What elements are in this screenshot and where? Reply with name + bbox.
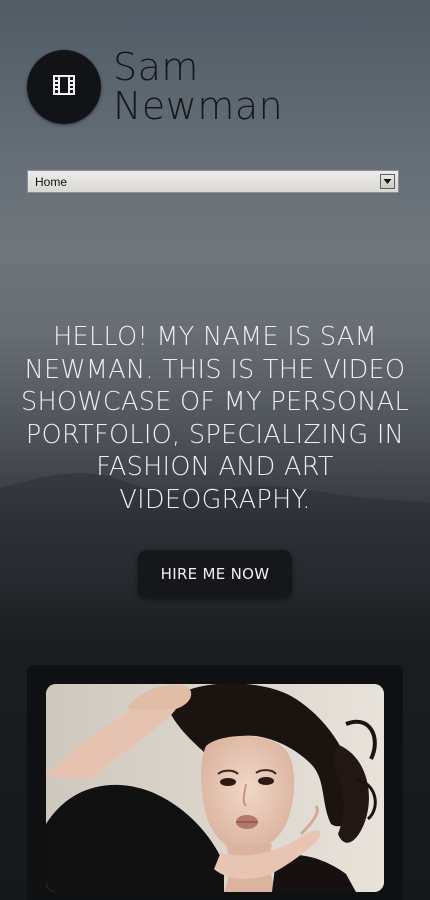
hero-text: HELLO! MY NAME IS SAM NEWMAN. THIS IS TH… xyxy=(21,322,409,515)
site-title-first: Sam xyxy=(113,45,199,89)
portrait-photo xyxy=(46,684,384,892)
film-icon xyxy=(53,74,75,100)
video-thumbnail[interactable] xyxy=(46,684,384,892)
site-title-last: Newman xyxy=(113,84,284,128)
site-title[interactable]: Sam Newman xyxy=(113,48,283,126)
video-card xyxy=(27,665,403,900)
nav-select[interactable]: Home xyxy=(27,170,399,193)
logo[interactable] xyxy=(27,50,101,124)
nav-select-value: Home xyxy=(35,174,68,189)
chevron-down-icon[interactable] xyxy=(380,174,395,189)
hire-me-button[interactable]: HIRE ME NOW xyxy=(138,550,292,598)
page: Sam Newman Home HELLO! MY NAME IS SAM NE… xyxy=(0,0,430,900)
header-background xyxy=(0,0,430,264)
